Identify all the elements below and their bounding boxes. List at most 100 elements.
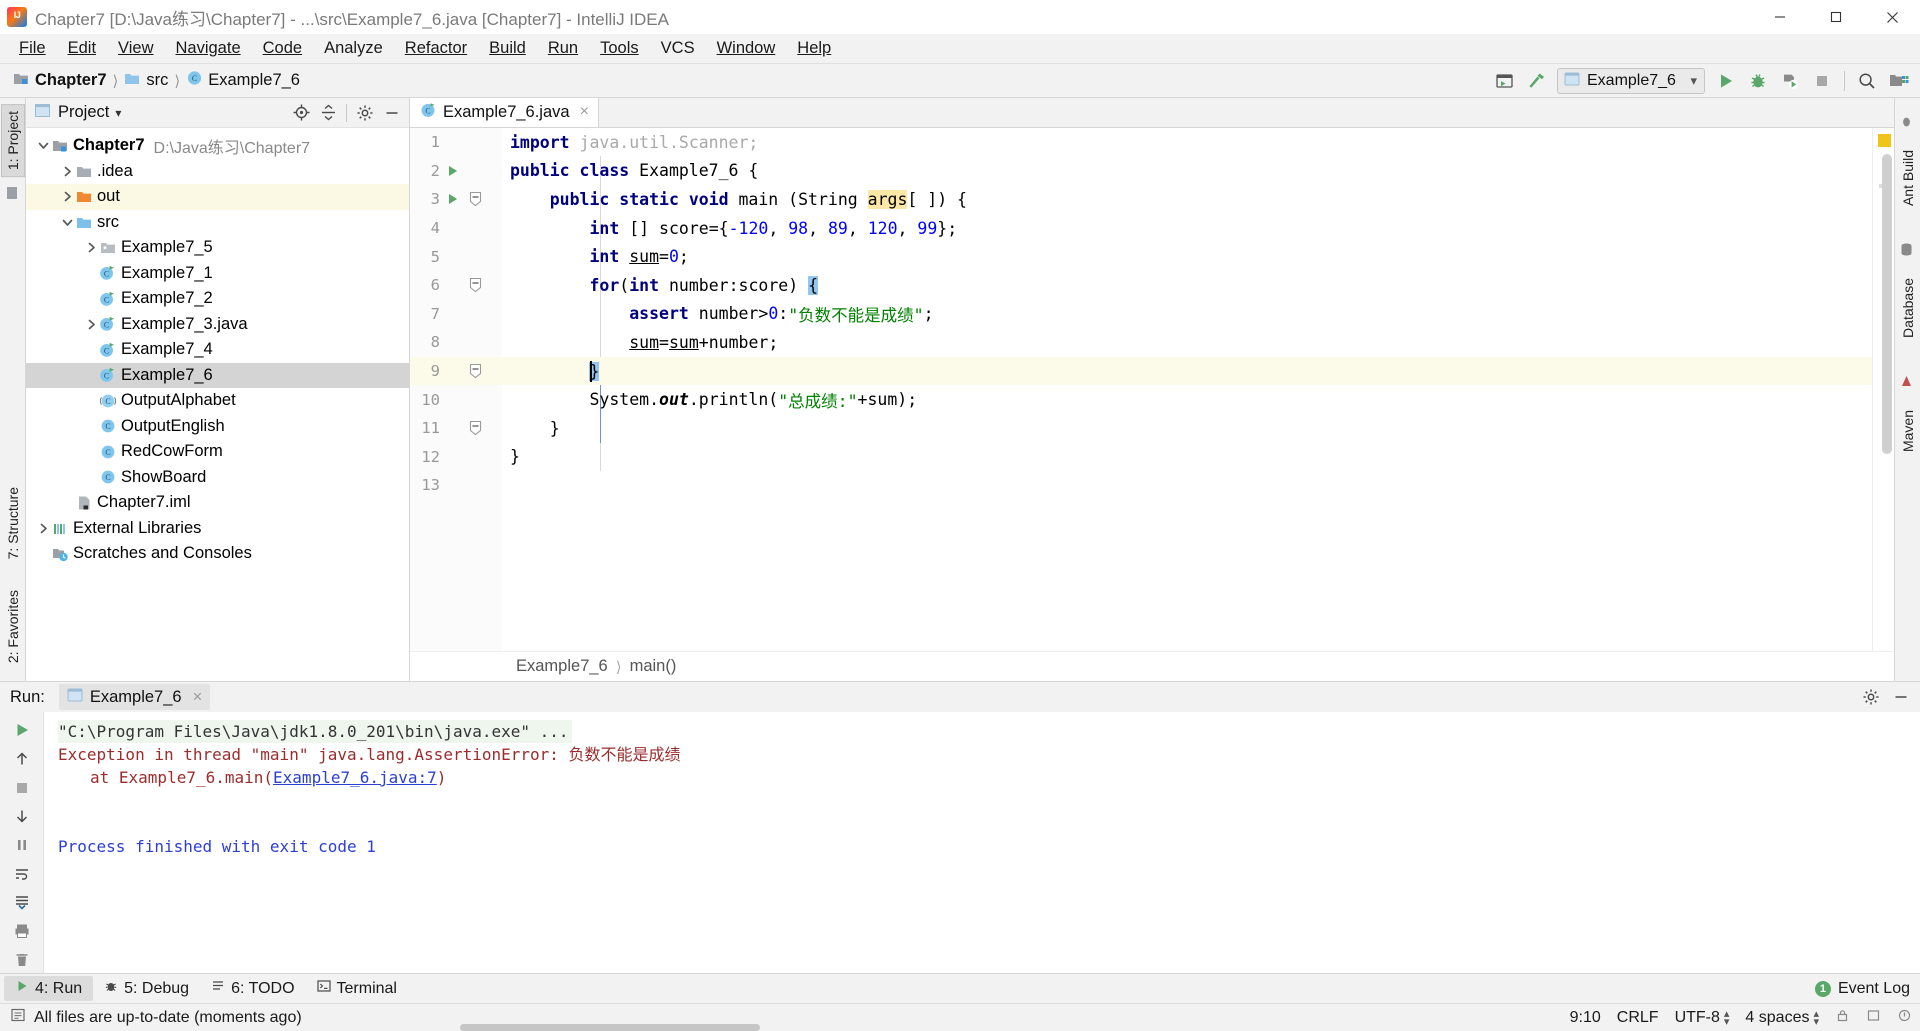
hide-panel-icon[interactable] bbox=[379, 101, 405, 125]
locate-target-icon[interactable] bbox=[288, 101, 314, 125]
menu-code[interactable]: Code bbox=[252, 36, 313, 61]
maven-icon[interactable] bbox=[1899, 374, 1917, 392]
fold-marker-icon[interactable] bbox=[464, 277, 486, 293]
up-stacktrace-icon[interactable] bbox=[6, 746, 38, 773]
close-button[interactable] bbox=[1864, 0, 1920, 34]
close-icon[interactable]: × bbox=[193, 688, 203, 707]
project-structure-icon[interactable] bbox=[1884, 67, 1914, 95]
gutter-line[interactable]: 11 bbox=[410, 414, 502, 443]
tree-node-showboard[interactable]: C ShowBoard bbox=[26, 465, 409, 491]
breadcrumb-method-name[interactable]: main() bbox=[630, 657, 677, 676]
gutter-line[interactable]: 9 bbox=[410, 356, 502, 386]
pause-icon[interactable] bbox=[6, 832, 38, 859]
gutter-line[interactable]: 1 bbox=[410, 128, 502, 157]
code-line[interactable]: int sum = 0; bbox=[502, 242, 1872, 271]
menu-navigate[interactable]: Navigate bbox=[165, 36, 252, 61]
menu-view[interactable]: View bbox=[107, 36, 164, 61]
chevron-right-icon[interactable] bbox=[84, 317, 99, 332]
run-gutter-icon[interactable] bbox=[442, 192, 464, 206]
menu-run[interactable]: Run bbox=[537, 36, 589, 61]
chevron-right-icon[interactable] bbox=[60, 189, 75, 204]
gutter-line[interactable]: 6 bbox=[410, 271, 502, 300]
gutter-line[interactable]: 13 bbox=[410, 471, 502, 500]
gutter-line[interactable]: 7 bbox=[410, 300, 502, 329]
lock-icon[interactable] bbox=[1835, 1008, 1850, 1028]
hide-panel-icon[interactable] bbox=[1888, 685, 1914, 709]
settings-gear-icon[interactable] bbox=[352, 101, 378, 125]
stacktrace-link[interactable]: Example7_6.java:7 bbox=[273, 768, 437, 787]
sidebar-item-database[interactable]: Database bbox=[1897, 272, 1919, 344]
gutter-line[interactable]: 5 bbox=[410, 242, 502, 271]
event-log-button[interactable]: 1 Event Log bbox=[1814, 980, 1910, 998]
tree-node-chapter7[interactable]: Chapter7 D:\Java练习\Chapter7 bbox=[26, 133, 409, 159]
encoding-selector[interactable]: UTF-8 ▴ ▾ bbox=[1675, 1008, 1730, 1027]
fold-marker-icon[interactable] bbox=[464, 420, 486, 436]
rerun-icon[interactable] bbox=[6, 717, 38, 744]
run-gutter-icon[interactable] bbox=[442, 164, 464, 178]
readonly-icon[interactable] bbox=[1866, 1008, 1881, 1028]
menu-tools[interactable]: Tools bbox=[589, 36, 650, 61]
code-line[interactable]: assert number> 0: "负数不能是成绩"; bbox=[502, 300, 1872, 329]
code-line[interactable]: for(int number:score) { bbox=[502, 271, 1872, 300]
sidebar-item-ant-build[interactable]: Ant Build bbox=[1897, 144, 1919, 212]
tree-node-outputenglish[interactable]: C OutputEnglish bbox=[26, 414, 409, 440]
scroll-to-end-icon[interactable] bbox=[6, 889, 38, 916]
chevron-right-icon[interactable] bbox=[84, 240, 99, 255]
build-hammer-icon[interactable] bbox=[1521, 67, 1551, 95]
code-line[interactable]: import java.util.Scanner; bbox=[502, 128, 1872, 157]
tree-node-out[interactable]: out bbox=[26, 184, 409, 210]
soft-wrap-icon[interactable] bbox=[6, 860, 38, 887]
gutter-line[interactable]: 2 bbox=[410, 157, 502, 186]
stop-icon[interactable] bbox=[6, 774, 38, 801]
maximize-button[interactable] bbox=[1808, 0, 1864, 34]
stop-icon[interactable] bbox=[1807, 67, 1837, 95]
code-line[interactable]: sum = sum +number; bbox=[502, 328, 1872, 357]
breadcrumb-class-name[interactable]: Example7_6 bbox=[516, 657, 608, 676]
tree-node-src[interactable]: src bbox=[26, 210, 409, 236]
gutter-line[interactable]: 3 bbox=[410, 185, 502, 214]
run-icon[interactable] bbox=[1711, 67, 1741, 95]
select-run-config-icon[interactable] bbox=[1489, 67, 1519, 95]
indent-selector[interactable]: 4 spaces ▴ ▾ bbox=[1745, 1008, 1819, 1027]
menu-window[interactable]: Window bbox=[706, 36, 787, 61]
fold-marker-icon[interactable] bbox=[464, 363, 486, 379]
sidebar-item-project[interactable]: 1: Project bbox=[0, 104, 25, 178]
chevron-right-icon[interactable] bbox=[36, 521, 51, 536]
code-line[interactable]: } bbox=[502, 356, 1872, 386]
close-icon[interactable]: × bbox=[580, 103, 589, 121]
scrollbar-thumb[interactable] bbox=[1882, 154, 1892, 454]
gutter-line[interactable]: 4 bbox=[410, 214, 502, 243]
project-tree[interactable]: Chapter7 D:\Java练习\Chapter7 .idea out src Exa… bbox=[26, 128, 409, 681]
collapse-all-icon[interactable] bbox=[315, 101, 341, 125]
code-line[interactable]: public static void main (String args[ ])… bbox=[502, 185, 1872, 214]
sidebar-item-maven[interactable]: Maven bbox=[1897, 404, 1919, 458]
search-everywhere-icon[interactable] bbox=[1852, 67, 1882, 95]
menu-file[interactable]: File bbox=[8, 36, 57, 61]
run-panel-tab[interactable]: Example7_6 × bbox=[58, 684, 211, 710]
menu-analyze[interactable]: Analyze bbox=[313, 36, 394, 61]
menu-build[interactable]: Build bbox=[478, 36, 537, 61]
bookmarks-icon[interactable] bbox=[4, 185, 22, 203]
console-scrollbar[interactable] bbox=[1904, 712, 1920, 973]
gutter-line[interactable]: 10 bbox=[410, 385, 502, 414]
ant-build-icon[interactable] bbox=[1899, 114, 1917, 132]
code-line[interactable]: } bbox=[502, 443, 1872, 472]
code-content[interactable]: import java.util.Scanner; public class Ex… bbox=[502, 128, 1872, 651]
inspection-icon[interactable] bbox=[1897, 1008, 1912, 1028]
run-with-coverage-icon[interactable] bbox=[1775, 67, 1805, 95]
sidebar-item-favorites[interactable]: 2: Favorites bbox=[2, 584, 24, 669]
code-line[interactable]: } bbox=[502, 414, 1872, 443]
bottom-tab-debug[interactable]: 5: Debug bbox=[93, 976, 200, 1001]
caret-position[interactable]: 9:10 bbox=[1570, 1009, 1601, 1027]
tree-node-redcowform[interactable]: C RedCowForm bbox=[26, 439, 409, 465]
tree-node-scratches-and-consoles[interactable]: Scratches and Consoles bbox=[26, 541, 409, 567]
menu-refactor[interactable]: Refactor bbox=[394, 36, 478, 61]
line-separator[interactable]: CRLF bbox=[1617, 1009, 1659, 1027]
code-line[interactable]: public class Example7_6 { bbox=[502, 157, 1872, 186]
chevron-down-icon[interactable] bbox=[60, 215, 75, 230]
editor-gutter[interactable]: 1 2 3 4 5 6 7 8 9 10 11 12 13 bbox=[410, 128, 502, 651]
tree-node-outputalphabet[interactable]: C OutputAlphabet bbox=[26, 388, 409, 414]
window-horizontal-scrollbar[interactable] bbox=[460, 1024, 760, 1031]
code-line[interactable]: int [] score={-120, 98, 89, 120, 99}; bbox=[502, 214, 1872, 243]
database-icon[interactable] bbox=[1899, 242, 1917, 260]
